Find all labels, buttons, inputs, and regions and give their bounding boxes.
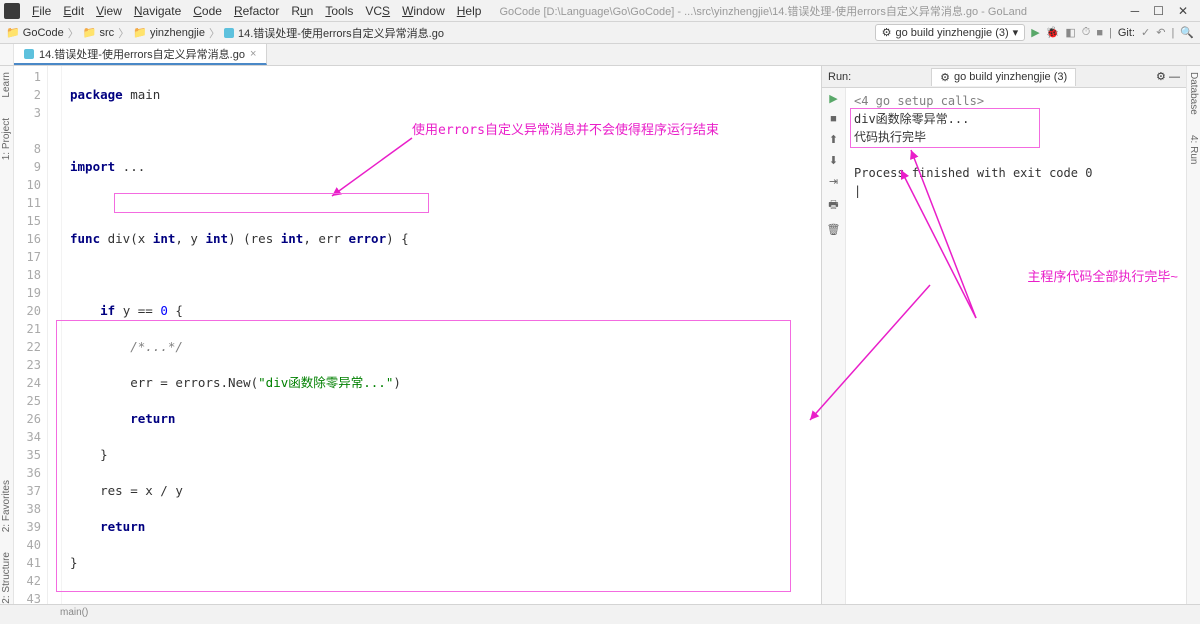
menu-refactor[interactable]: Refactor xyxy=(228,2,285,20)
app-logo xyxy=(4,3,20,19)
menu-view[interactable]: View xyxy=(90,2,128,20)
console-output[interactable]: <4 go setup calls> div函数除零异常... 代码执行完毕 P… xyxy=(846,88,1186,604)
right-stripe: Database 4: Run xyxy=(1186,66,1200,604)
menu-file[interactable]: File xyxy=(26,2,57,20)
setup-calls: <4 go setup calls> xyxy=(854,92,1178,110)
window-controls: ─ ☐ ✕ xyxy=(1131,4,1196,18)
run-header: Run: ⚙ go build yinzhengjie (3) ⚙ — xyxy=(822,66,1186,88)
main-area: Learn 1: Project 123 891011 15161718 192… xyxy=(0,66,1200,604)
trash-icon[interactable]: 🗑 xyxy=(827,223,841,236)
debug-icon[interactable]: 🐞 xyxy=(1046,26,1060,39)
menu-window[interactable]: Window xyxy=(396,2,451,20)
code-area[interactable]: package main import ... func div(x int, … xyxy=(62,66,821,604)
tab-label: 14.错误处理-使用errors自定义异常消息.go xyxy=(39,46,245,62)
hide-icon[interactable]: — xyxy=(1169,71,1180,83)
stop-icon[interactable]: ■ xyxy=(1096,27,1103,39)
run-tool-window: Run: ⚙ go build yinzhengjie (3) ⚙ — ▶ ■ … xyxy=(821,66,1186,604)
minimize-icon[interactable]: ─ xyxy=(1131,4,1140,18)
run-title: Run: xyxy=(828,71,851,83)
navigation-bar: 📁 GoCode〉 📁 src〉 📁 yinzhengjie〉 14.错误处理-… xyxy=(0,22,1200,44)
stop-icon[interactable]: ■ xyxy=(830,113,837,125)
menu-navigate[interactable]: Navigate xyxy=(128,2,187,20)
git-label: Git: xyxy=(1118,27,1135,39)
go-file-icon xyxy=(224,28,234,38)
fold-gutter[interactable] xyxy=(48,66,62,604)
left-stripe-bottom: 2: Structure 2: Favorites xyxy=(0,404,14,604)
code-editor[interactable]: 123 891011 15161718 192021 22232425 2634… xyxy=(14,66,821,604)
go-file-icon xyxy=(24,49,34,59)
gear-icon[interactable]: ⚙ xyxy=(1156,71,1166,83)
tab-file[interactable]: 14.错误处理-使用errors自定义异常消息.go × xyxy=(14,44,267,65)
editor-tabs: 14.错误处理-使用errors自定义异常消息.go × xyxy=(0,44,1200,66)
menu-code[interactable]: Code xyxy=(187,2,228,20)
profile-icon[interactable]: ⏱ xyxy=(1082,26,1091,39)
status-bar: main() xyxy=(0,604,1200,624)
git-revert-icon[interactable]: ↶ xyxy=(1156,26,1165,39)
tab-close-icon[interactable]: × xyxy=(250,48,256,60)
line-gutter: 123 891011 15161718 192021 22232425 2634… xyxy=(14,66,48,604)
status-context: main() xyxy=(60,607,88,618)
rerun-icon[interactable]: ▶ xyxy=(829,92,837,105)
menu-help[interactable]: Help xyxy=(451,2,488,20)
coverage-icon[interactable]: ◧ xyxy=(1065,26,1075,39)
stripe-structure[interactable]: 2: Structure xyxy=(1,552,12,604)
menu-bar: File Edit View Navigate Code Refactor Ru… xyxy=(0,0,1200,22)
menu-edit[interactable]: Edit xyxy=(57,2,90,20)
stripe-project[interactable]: 1: Project xyxy=(1,118,12,160)
crumb[interactable]: 📁 yinzhengjie xyxy=(133,26,205,39)
wrap-icon[interactable]: ⇥ xyxy=(829,175,838,188)
output-line: 代码执行完毕 xyxy=(854,128,1178,146)
crumb[interactable]: 📁 src xyxy=(83,26,114,39)
down-icon[interactable]: ⬇ xyxy=(829,154,838,167)
close-icon[interactable]: ✕ xyxy=(1178,4,1188,18)
exit-line: Process finished with exit code 0 xyxy=(854,164,1178,182)
crumb[interactable]: 📁 GoCode xyxy=(6,26,64,39)
crumb-file[interactable]: 14.错误处理-使用errors自定义异常消息.go xyxy=(238,25,444,41)
up-icon[interactable]: ⬆ xyxy=(829,133,838,146)
run-tab[interactable]: ⚙ go build yinzhengjie (3) xyxy=(931,68,1076,86)
stripe-learn[interactable]: Learn xyxy=(1,72,12,98)
stripe-run[interactable]: 4: Run xyxy=(1188,135,1199,164)
run-config-selector[interactable]: ⚙ go build yinzhengjie (3) ▾ xyxy=(875,24,1026,41)
menu-tools[interactable]: Tools xyxy=(319,2,359,20)
git-update-icon[interactable]: ✓ xyxy=(1141,26,1150,39)
menu-vcs[interactable]: VCS xyxy=(359,2,396,20)
search-icon[interactable]: 🔍 xyxy=(1180,26,1194,39)
print-icon[interactable]: 🖶 xyxy=(828,196,838,215)
maximize-icon[interactable]: ☐ xyxy=(1153,4,1164,18)
run-icon[interactable]: ▶ xyxy=(1031,26,1039,39)
output-line: div函数除零异常... xyxy=(854,110,1178,128)
run-toolbar: ▶ ■ ⬆ ⬇ ⇥ 🖶 🗑 xyxy=(822,88,846,604)
menu-run[interactable]: Run xyxy=(285,2,319,20)
stripe-database[interactable]: Database xyxy=(1188,72,1199,115)
title-path: GoCode [D:\Language\Go\GoCode] - ...\src… xyxy=(499,3,1130,19)
stripe-favorites[interactable]: 2: Favorites xyxy=(1,480,12,532)
